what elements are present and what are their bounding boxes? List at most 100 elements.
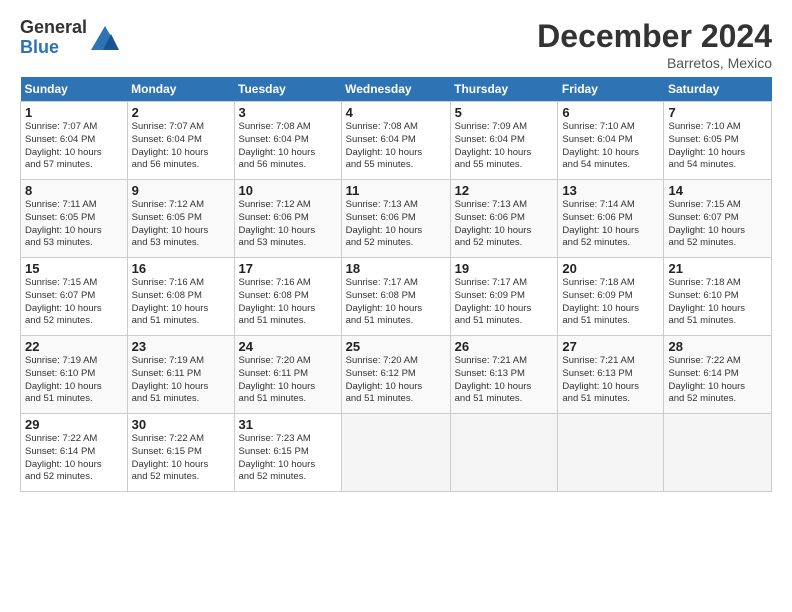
- day-info: Sunrise: 7:16 AM Sunset: 6:08 PM Dayligh…: [132, 277, 230, 328]
- month-title: December 2024: [537, 18, 772, 55]
- day-number: 28: [668, 339, 767, 354]
- day-cell: 29Sunrise: 7:22 AM Sunset: 6:14 PM Dayli…: [21, 414, 128, 492]
- day-cell: 18Sunrise: 7:17 AM Sunset: 6:08 PM Dayli…: [341, 258, 450, 336]
- week-row-2: 8Sunrise: 7:11 AM Sunset: 6:05 PM Daylig…: [21, 180, 772, 258]
- day-number: 16: [132, 261, 230, 276]
- logo: General Blue: [20, 18, 121, 58]
- day-number: 11: [346, 183, 446, 198]
- day-cell: 19Sunrise: 7:17 AM Sunset: 6:09 PM Dayli…: [450, 258, 558, 336]
- day-number: 24: [239, 339, 337, 354]
- day-info: Sunrise: 7:11 AM Sunset: 6:05 PM Dayligh…: [25, 199, 123, 250]
- day-cell: 13Sunrise: 7:14 AM Sunset: 6:06 PM Dayli…: [558, 180, 664, 258]
- day-info: Sunrise: 7:22 AM Sunset: 6:14 PM Dayligh…: [25, 433, 123, 484]
- day-info: Sunrise: 7:20 AM Sunset: 6:12 PM Dayligh…: [346, 355, 446, 406]
- logo-general-text: General: [20, 18, 87, 38]
- day-number: 15: [25, 261, 123, 276]
- day-info: Sunrise: 7:07 AM Sunset: 6:04 PM Dayligh…: [132, 121, 230, 172]
- day-number: 2: [132, 105, 230, 120]
- week-row-5: 29Sunrise: 7:22 AM Sunset: 6:14 PM Dayli…: [21, 414, 772, 492]
- day-number: 6: [562, 105, 659, 120]
- day-cell: 25Sunrise: 7:20 AM Sunset: 6:12 PM Dayli…: [341, 336, 450, 414]
- day-cell: 10Sunrise: 7:12 AM Sunset: 6:06 PM Dayli…: [234, 180, 341, 258]
- day-info: Sunrise: 7:18 AM Sunset: 6:10 PM Dayligh…: [668, 277, 767, 328]
- day-cell: 21Sunrise: 7:18 AM Sunset: 6:10 PM Dayli…: [664, 258, 772, 336]
- day-info: Sunrise: 7:07 AM Sunset: 6:04 PM Dayligh…: [25, 121, 123, 172]
- day-info: Sunrise: 7:12 AM Sunset: 6:05 PM Dayligh…: [132, 199, 230, 250]
- day-cell: 30Sunrise: 7:22 AM Sunset: 6:15 PM Dayli…: [127, 414, 234, 492]
- day-cell: 17Sunrise: 7:16 AM Sunset: 6:08 PM Dayli…: [234, 258, 341, 336]
- day-number: 25: [346, 339, 446, 354]
- day-cell: 12Sunrise: 7:13 AM Sunset: 6:06 PM Dayli…: [450, 180, 558, 258]
- day-cell: 14Sunrise: 7:15 AM Sunset: 6:07 PM Dayli…: [664, 180, 772, 258]
- day-number: 19: [455, 261, 554, 276]
- day-info: Sunrise: 7:21 AM Sunset: 6:13 PM Dayligh…: [562, 355, 659, 406]
- day-cell: 22Sunrise: 7:19 AM Sunset: 6:10 PM Dayli…: [21, 336, 128, 414]
- day-info: Sunrise: 7:19 AM Sunset: 6:10 PM Dayligh…: [25, 355, 123, 406]
- day-info: Sunrise: 7:19 AM Sunset: 6:11 PM Dayligh…: [132, 355, 230, 406]
- day-number: 12: [455, 183, 554, 198]
- day-number: 10: [239, 183, 337, 198]
- col-header-thursday: Thursday: [450, 77, 558, 102]
- day-number: 17: [239, 261, 337, 276]
- day-cell: 16Sunrise: 7:16 AM Sunset: 6:08 PM Dayli…: [127, 258, 234, 336]
- day-cell: [450, 414, 558, 492]
- logo-blue-text: Blue: [20, 38, 87, 58]
- day-cell: 31Sunrise: 7:23 AM Sunset: 6:15 PM Dayli…: [234, 414, 341, 492]
- day-number: 13: [562, 183, 659, 198]
- day-number: 27: [562, 339, 659, 354]
- week-row-1: 1Sunrise: 7:07 AM Sunset: 6:04 PM Daylig…: [21, 102, 772, 180]
- location: Barretos, Mexico: [537, 55, 772, 71]
- day-info: Sunrise: 7:20 AM Sunset: 6:11 PM Dayligh…: [239, 355, 337, 406]
- day-number: 8: [25, 183, 123, 198]
- day-cell: 8Sunrise: 7:11 AM Sunset: 6:05 PM Daylig…: [21, 180, 128, 258]
- page-container: General Blue December 2024 Barretos, Mex…: [0, 0, 792, 502]
- day-cell: 26Sunrise: 7:21 AM Sunset: 6:13 PM Dayli…: [450, 336, 558, 414]
- day-number: 9: [132, 183, 230, 198]
- day-number: 7: [668, 105, 767, 120]
- day-number: 31: [239, 417, 337, 432]
- day-info: Sunrise: 7:15 AM Sunset: 6:07 PM Dayligh…: [668, 199, 767, 250]
- day-info: Sunrise: 7:23 AM Sunset: 6:15 PM Dayligh…: [239, 433, 337, 484]
- day-cell: 6Sunrise: 7:10 AM Sunset: 6:04 PM Daylig…: [558, 102, 664, 180]
- day-cell: 3Sunrise: 7:08 AM Sunset: 6:04 PM Daylig…: [234, 102, 341, 180]
- day-number: 3: [239, 105, 337, 120]
- day-info: Sunrise: 7:13 AM Sunset: 6:06 PM Dayligh…: [346, 199, 446, 250]
- col-header-friday: Friday: [558, 77, 664, 102]
- day-cell: 27Sunrise: 7:21 AM Sunset: 6:13 PM Dayli…: [558, 336, 664, 414]
- day-number: 22: [25, 339, 123, 354]
- day-info: Sunrise: 7:08 AM Sunset: 6:04 PM Dayligh…: [346, 121, 446, 172]
- header: General Blue December 2024 Barretos, Mex…: [20, 18, 772, 71]
- day-info: Sunrise: 7:22 AM Sunset: 6:15 PM Dayligh…: [132, 433, 230, 484]
- day-info: Sunrise: 7:17 AM Sunset: 6:09 PM Dayligh…: [455, 277, 554, 328]
- day-info: Sunrise: 7:14 AM Sunset: 6:06 PM Dayligh…: [562, 199, 659, 250]
- col-header-wednesday: Wednesday: [341, 77, 450, 102]
- day-cell: [341, 414, 450, 492]
- col-header-tuesday: Tuesday: [234, 77, 341, 102]
- week-row-3: 15Sunrise: 7:15 AM Sunset: 6:07 PM Dayli…: [21, 258, 772, 336]
- day-info: Sunrise: 7:16 AM Sunset: 6:08 PM Dayligh…: [239, 277, 337, 328]
- day-number: 1: [25, 105, 123, 120]
- day-number: 30: [132, 417, 230, 432]
- day-cell: 9Sunrise: 7:12 AM Sunset: 6:05 PM Daylig…: [127, 180, 234, 258]
- day-number: 20: [562, 261, 659, 276]
- day-cell: 11Sunrise: 7:13 AM Sunset: 6:06 PM Dayli…: [341, 180, 450, 258]
- day-cell: 23Sunrise: 7:19 AM Sunset: 6:11 PM Dayli…: [127, 336, 234, 414]
- day-number: 29: [25, 417, 123, 432]
- day-info: Sunrise: 7:13 AM Sunset: 6:06 PM Dayligh…: [455, 199, 554, 250]
- day-cell: 1Sunrise: 7:07 AM Sunset: 6:04 PM Daylig…: [21, 102, 128, 180]
- day-info: Sunrise: 7:09 AM Sunset: 6:04 PM Dayligh…: [455, 121, 554, 172]
- col-header-monday: Monday: [127, 77, 234, 102]
- logo-icon: [89, 24, 121, 52]
- day-cell: 2Sunrise: 7:07 AM Sunset: 6:04 PM Daylig…: [127, 102, 234, 180]
- day-info: Sunrise: 7:17 AM Sunset: 6:08 PM Dayligh…: [346, 277, 446, 328]
- day-number: 23: [132, 339, 230, 354]
- header-row: SundayMondayTuesdayWednesdayThursdayFrid…: [21, 77, 772, 102]
- day-number: 18: [346, 261, 446, 276]
- day-cell: 24Sunrise: 7:20 AM Sunset: 6:11 PM Dayli…: [234, 336, 341, 414]
- col-header-saturday: Saturday: [664, 77, 772, 102]
- day-number: 4: [346, 105, 446, 120]
- day-cell: 28Sunrise: 7:22 AM Sunset: 6:14 PM Dayli…: [664, 336, 772, 414]
- day-number: 5: [455, 105, 554, 120]
- day-cell: [664, 414, 772, 492]
- day-info: Sunrise: 7:18 AM Sunset: 6:09 PM Dayligh…: [562, 277, 659, 328]
